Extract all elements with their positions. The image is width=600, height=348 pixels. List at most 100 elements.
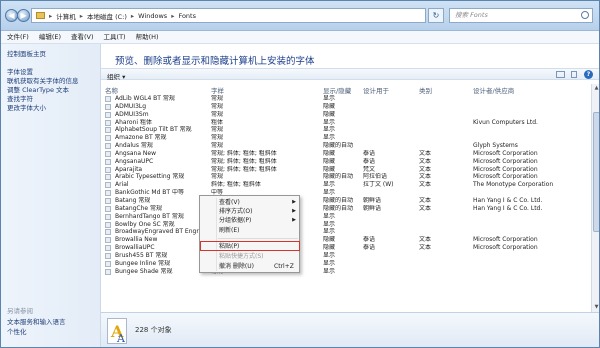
- table-row[interactable]: ADMUI3Lg 常规 隐藏: [101, 103, 591, 111]
- control-panel-home-link[interactable]: 控制面板主页: [7, 48, 46, 58]
- ctx-sort-by[interactable]: 排序方式(O) ▶: [200, 207, 300, 216]
- breadcrumb-computer[interactable]: 计算机: [56, 11, 76, 21]
- font-file-icon: [105, 197, 111, 204]
- cell-show-hide: 隐藏: [323, 149, 336, 157]
- cell-category: 文本: [419, 165, 432, 173]
- table-row[interactable]: Browallia New常规; 斜体; 粗体; 粗斜体隐藏泰语文本Micros…: [101, 236, 591, 244]
- cell-show-hide: 隐藏: [323, 110, 336, 118]
- cell-category: 文本: [419, 181, 432, 189]
- cell-designed-for: 梵文: [363, 165, 376, 173]
- cell-show-hide: 隐藏: [323, 102, 336, 110]
- cell-category: 文本: [419, 204, 432, 212]
- view-options-icon[interactable]: [556, 71, 565, 78]
- personalization-link[interactable]: 个性化: [7, 326, 27, 336]
- font-file-icon: [105, 229, 111, 236]
- details-pane: AA 228 个对象: [101, 312, 599, 347]
- table-row[interactable]: AngsanaUPC 常规; 斜体; 粗体; 粗斜体 隐藏 泰语 文本 Microsoft…: [101, 158, 591, 166]
- cell-show-hide: 显示: [323, 181, 336, 189]
- font-file-icon: [105, 143, 111, 150]
- cell-designer: Microsoft Corporation: [473, 173, 538, 181]
- cell-designer: Microsoft Corporation: [473, 244, 538, 252]
- table-row[interactable]: Brush455 BT 常规常规显示: [101, 252, 591, 260]
- table-row[interactable]: Aparajita 常规; 斜体; 粗体; 粗斜体 隐藏 梵文 文本 Microsoft …: [101, 166, 591, 174]
- col-show-hide[interactable]: 显示/隐藏: [323, 85, 351, 95]
- ctx-sort-label: 排序方式(O): [219, 208, 253, 215]
- scroll-down-icon[interactable]: ▼: [593, 304, 599, 311]
- table-row[interactable]: ADMUI3Sm 常规 隐藏: [101, 111, 591, 119]
- paste-highlight-box: [200, 241, 300, 251]
- font-file-icon: [105, 96, 111, 102]
- search-icon: [581, 11, 589, 19]
- ctx-view[interactable]: 查看(V) ▶: [200, 198, 300, 207]
- col-designed-for[interactable]: 设计用于: [363, 85, 389, 95]
- table-row[interactable]: Bungee Shade 常规常规显示: [101, 268, 591, 276]
- breadcrumb-drive-c[interactable]: 本地磁盘 (C:): [87, 11, 127, 21]
- table-row[interactable]: Bowlby One SC 常规常规显示: [101, 221, 591, 229]
- table-row[interactable]: Batang 常规常规隐藏的自动朝鲜语文本Han Yang I & C Co. …: [101, 197, 591, 205]
- table-row[interactable]: AlphabetSoup Tilt BT 常规 常规 显示: [101, 126, 591, 134]
- scroll-up-icon[interactable]: ▲: [593, 85, 599, 92]
- table-row[interactable]: BernhardTango BT 常规常规显示: [101, 213, 591, 221]
- col-designer[interactable]: 设计者/供应商: [473, 85, 514, 95]
- table-row[interactable]: BrowalliaUPC常规; 斜体; 粗体; 粗斜体隐藏泰语文本Microso…: [101, 244, 591, 252]
- menu-bar: 文件(F) 编辑(E) 查看(V) 工具(T) 帮助(H): [1, 31, 599, 44]
- cell-name: AlphabetSoup Tilt BT 常规: [115, 126, 192, 134]
- table-row[interactable]: Angsana New 常规; 斜体; 粗体; 粗斜体 隐藏 泰语 文本 Microsof…: [101, 150, 591, 158]
- table-row[interactable]: Andalus 常规 常规 隐藏的自动 Glyph Systems: [101, 142, 591, 150]
- search-placeholder: 搜索 Fonts: [455, 11, 488, 19]
- ctx-group-by[interactable]: 分组依据(P) ▶: [200, 216, 300, 225]
- breadcrumb-separator: ▸: [79, 11, 84, 20]
- preview-pane-icon[interactable]: [571, 71, 577, 78]
- ctx-undo-delete[interactable]: 撤消 删除(U) Ctrl+Z: [200, 262, 300, 271]
- cell-designed-for: 阿拉伯语: [363, 173, 388, 181]
- menu-file[interactable]: 文件(F): [7, 31, 29, 43]
- font-file-icon: [105, 190, 111, 197]
- breadcrumb-separator: ▸: [49, 11, 53, 20]
- font-file-icon: [105, 245, 111, 252]
- col-style[interactable]: 字样: [211, 85, 224, 95]
- search-input[interactable]: 搜索 Fonts: [449, 8, 593, 23]
- vertical-scrollbar[interactable]: ▲ ▼: [591, 84, 599, 312]
- cell-show-hide: 显示: [323, 251, 336, 259]
- menu-edit[interactable]: 编辑(E): [39, 31, 61, 43]
- breadcrumb-fonts[interactable]: Fonts: [178, 12, 196, 20]
- cell-show-hide: 显示: [323, 134, 336, 142]
- cell-designer: Kivun Computers Ltd.: [473, 118, 538, 126]
- cell-name: Browallia New: [115, 236, 158, 244]
- cell-name: Arial: [115, 181, 129, 189]
- cell-style: 常规; 斜体; 粗体; 粗斜体: [211, 157, 277, 165]
- address-bar[interactable]: ▸ 计算机 ▸ 本地磁盘 (C:) ▸ Windows ▸ Fonts: [31, 8, 426, 23]
- menu-help[interactable]: 帮助(H): [136, 31, 159, 43]
- scroll-thumb[interactable]: [593, 112, 599, 232]
- table-row[interactable]: Amazone BT 常规 常规 显示: [101, 134, 591, 142]
- column-headers: 名称 字样 显示/隐藏 设计用于 类别 设计者/供应商: [101, 84, 599, 95]
- menu-tools[interactable]: 工具(T): [104, 31, 126, 43]
- col-category[interactable]: 类别: [419, 85, 432, 95]
- text-services-link[interactable]: 文本服务和输入语言: [7, 316, 66, 326]
- forward-icon[interactable]: ▶: [17, 9, 30, 22]
- table-row[interactable]: BatangChe 常规常规隐藏的自动朝鲜语文本Han Yang I & C C…: [101, 205, 591, 213]
- table-row[interactable]: BankGothic Md BT 中等 中等 显示: [101, 189, 591, 197]
- table-row[interactable]: Bungee Inline 常规常规显示: [101, 260, 591, 268]
- menu-view[interactable]: 查看(V): [71, 31, 94, 43]
- help-icon[interactable]: ?: [584, 70, 593, 79]
- table-row[interactable]: Arabic Typesetting 常规 常规 隐藏的自动 阿拉伯语 文本 Micros…: [101, 173, 591, 181]
- cell-designer: Microsoft Corporation: [473, 236, 538, 244]
- change-font-size-link[interactable]: 更改字体大小: [7, 102, 46, 112]
- font-file-icon: [105, 166, 111, 173]
- cell-category: 文本: [419, 173, 432, 181]
- table-row[interactable]: BroadwayEngraved BT Engrave常规显示: [101, 228, 591, 236]
- table-row[interactable]: AdLib WGL4 BT 常规 常规 显示: [101, 95, 591, 103]
- cell-style: 斜体; 粗体; 粗斜体: [211, 181, 261, 189]
- cell-name: Angsana New: [115, 149, 156, 157]
- table-row[interactable]: Arial 斜体; 粗体; 粗斜体 显示 拉丁文 (W) 文本 The Monotype …: [101, 181, 591, 189]
- table-row[interactable]: Aharoni 粗体 粗体 显示 Kivun Computers Ltd.: [101, 119, 591, 127]
- see-also-heading: 另请参阅: [7, 307, 33, 315]
- refresh-icon[interactable]: ↻: [428, 8, 444, 23]
- ctx-refresh[interactable]: 刷新(E): [200, 226, 300, 235]
- cell-name: Bungee Inline 常规: [115, 259, 171, 267]
- breadcrumb-windows[interactable]: Windows: [138, 12, 167, 20]
- col-name[interactable]: 名称: [105, 85, 118, 95]
- organize-button[interactable]: 组织 ▾: [107, 71, 125, 81]
- font-file-icon: [105, 150, 111, 157]
